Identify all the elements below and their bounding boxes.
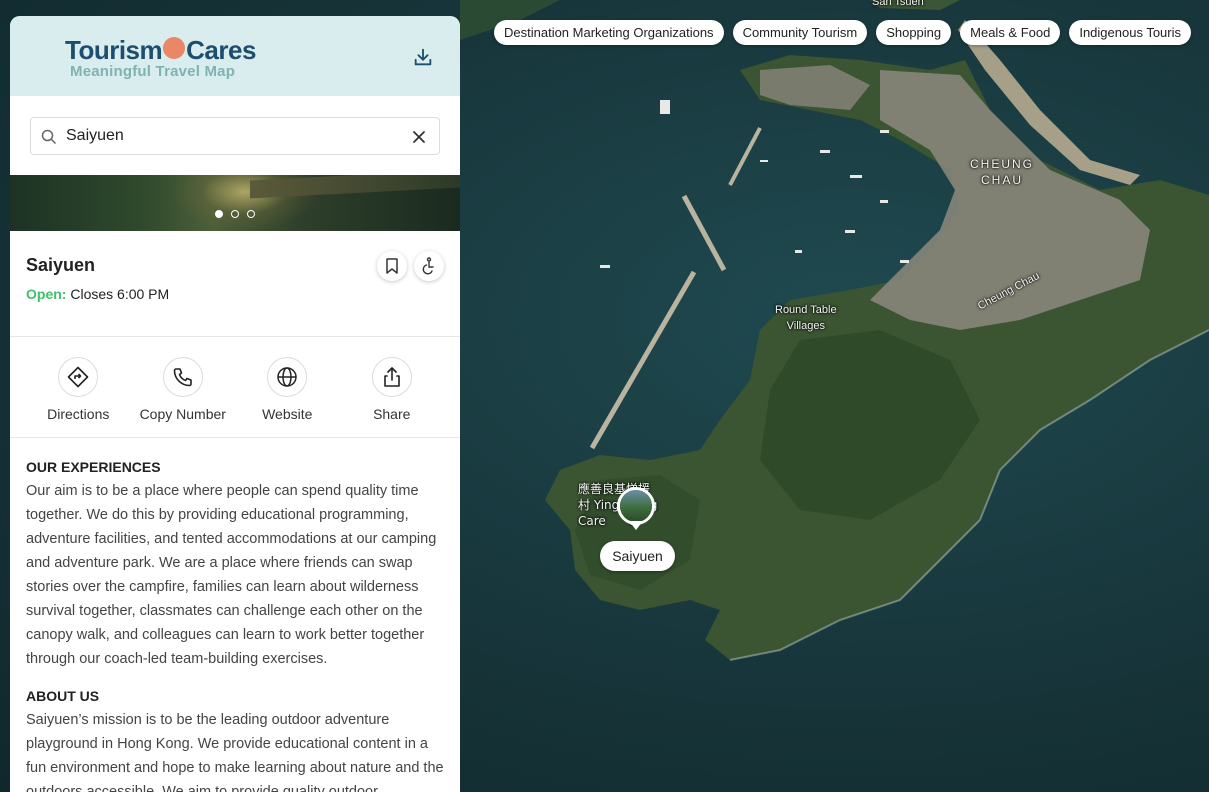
search-area (10, 96, 460, 175)
open-status: Open: Closes 6:00 PM (26, 286, 444, 302)
quick-actions: Directions Copy Number Website Share (10, 337, 460, 438)
section-title: OUR EXPERIENCES (26, 459, 161, 475)
close-icon[interactable] (411, 129, 427, 145)
carousel-dots (215, 210, 255, 218)
map-label-round-table-villages: Round Table Villages (775, 304, 837, 332)
pin-thumbnail (620, 490, 652, 522)
website-button[interactable]: Website (235, 357, 340, 437)
copy-number-label: Copy Number (139, 406, 226, 422)
map-label-san-tsuen: San Tsuen (872, 0, 924, 8)
map-label-cheung-chau: CHEUNG CHAU (970, 157, 1035, 187)
section-about-us: ABOUT US Saiyuen’s mission is to be the … (26, 687, 444, 792)
accessibility-button[interactable] (414, 251, 444, 281)
place-details-panel: Tourism Cares Meaningful Travel Map Saiy… (10, 16, 460, 792)
section-our-experiences: OUR EXPERIENCES Our aim is to be a place… (26, 458, 444, 671)
directions-label: Directions (47, 406, 110, 422)
place-description: OUR EXPERIENCES Our aim is to be a place… (10, 438, 460, 792)
website-label: Website (262, 406, 313, 422)
chip-shopping[interactable]: Shopping (876, 20, 952, 45)
copy-number-button[interactable]: Copy Number (131, 357, 236, 437)
map-pin-saiyuen[interactable] (617, 487, 655, 525)
logo-subtitle: Meaningful Travel Map (70, 63, 236, 80)
tourism-cares-logo[interactable]: Tourism Cares Meaningful Travel Map (65, 36, 256, 80)
accessibility-icon (422, 257, 434, 275)
category-chips: Destination Marketing Organizations Comm… (494, 20, 1192, 45)
section-body: Saiyuen’s mission is to be the leading o… (26, 712, 444, 792)
open-status-label: Open: (26, 286, 67, 302)
carousel-dot-2[interactable] (231, 210, 239, 218)
phone-icon (162, 357, 203, 397)
logo-pin-icon (163, 37, 186, 59)
place-summary: Saiyuen Open: Closes 6:00 PM (10, 231, 460, 337)
place-photo-carousel[interactable] (10, 175, 460, 231)
photo-walkway (250, 175, 460, 199)
map-pin-label[interactable]: Saiyuen (600, 541, 675, 571)
carousel-dot-1[interactable] (215, 210, 223, 218)
search-box (30, 117, 440, 155)
share-button[interactable]: Share (340, 357, 445, 437)
closing-time: Closes 6:00 PM (70, 286, 170, 302)
chip-destination-marketing[interactable]: Destination Marketing Organizations (494, 20, 724, 45)
map-pin-tail (629, 521, 643, 530)
logo-word-tourism: Tourism (65, 35, 163, 65)
panel-header: Tourism Cares Meaningful Travel Map (10, 16, 460, 96)
bookmark-icon (386, 258, 398, 274)
chip-meals-food[interactable]: Meals & Food (960, 20, 1061, 45)
directions-button[interactable]: Directions (26, 357, 131, 437)
chip-community-tourism[interactable]: Community Tourism (732, 20, 868, 45)
chip-indigenous-tourism[interactable]: Indigenous Touris (1069, 20, 1192, 45)
download-icon[interactable] (412, 46, 434, 68)
search-icon (41, 129, 57, 145)
carousel-dot-3[interactable] (247, 210, 255, 218)
section-body: Our aim is to be a place where people ca… (26, 483, 437, 667)
globe-icon (267, 357, 308, 397)
bookmark-button[interactable] (377, 251, 407, 281)
share-label: Share (373, 406, 411, 422)
section-title: ABOUT US (26, 688, 100, 704)
share-icon (371, 357, 412, 397)
logo-word-cares: Cares (186, 35, 256, 65)
directions-icon (58, 357, 99, 397)
search-input[interactable] (66, 127, 386, 145)
logo-title: Tourism Cares (65, 36, 256, 64)
